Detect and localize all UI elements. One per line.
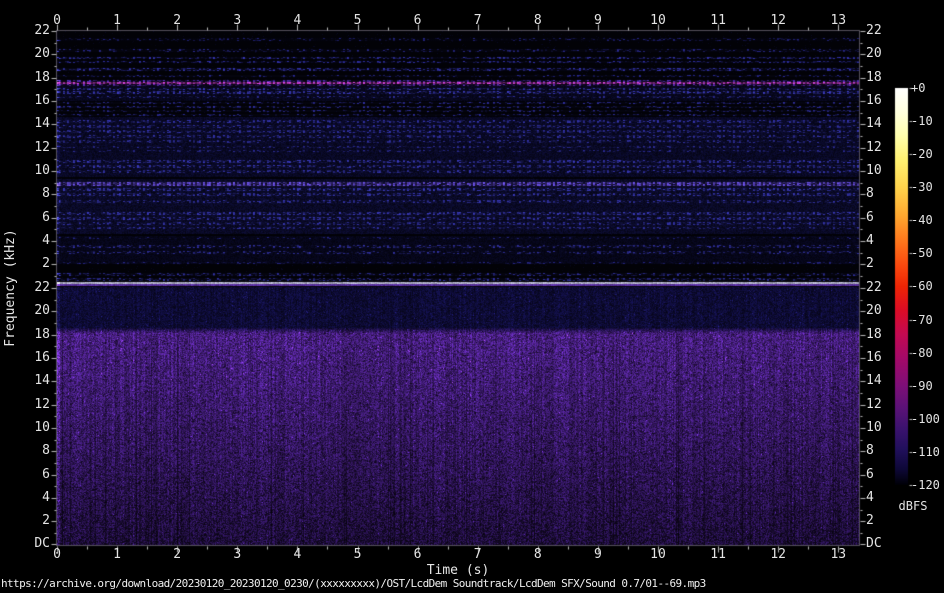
freq-tick-label-right: 16 [866, 94, 900, 108]
time-tick-label-top: 1 [102, 14, 132, 28]
freq-tick-label-right: 6 [866, 468, 900, 482]
file-url-text: https://archive.org/download/20230120_20… [1, 577, 706, 590]
freq-tick-label-left: 16 [16, 351, 50, 365]
freq-tick-label-right: 8 [866, 444, 900, 458]
freq-tick-label-right: 20 [866, 47, 900, 61]
freq-tick-label-left: 6 [16, 468, 50, 482]
status-bar: https://archive.org/download/20230120_20… [1, 577, 943, 592]
time-tick-label-top: 2 [162, 14, 192, 28]
freq-tick-label-right: 20 [866, 304, 900, 318]
time-tick-label-top: 13 [823, 14, 853, 28]
freq-tick-label-left: 18 [16, 71, 50, 85]
freq-tick-label-right: 18 [866, 71, 900, 85]
freq-tick-label-right: 12 [866, 398, 900, 412]
colorbar-tick-label: -110 [911, 445, 944, 459]
freq-tick-label-left: 10 [16, 164, 50, 178]
freq-tick-label-left: 22 [16, 24, 50, 38]
freq-tick-label-left: 10 [16, 421, 50, 435]
freq-tick-label-right: 8 [866, 187, 900, 201]
time-tick-label-top: 5 [343, 14, 373, 28]
freq-tick-label-left: 20 [16, 47, 50, 61]
freq-tick-label-right: 2 [866, 257, 900, 271]
freq-tick-label-left: 4 [16, 234, 50, 248]
freq-tick-label-right: 22 [866, 281, 900, 295]
frequency-axis-title: Frequency (kHz) [4, 229, 18, 346]
colorbar-tick-label: -40 [911, 213, 944, 227]
freq-tick-label-left: 8 [16, 187, 50, 201]
time-tick-label-bottom: 1 [102, 548, 132, 562]
colorbar-tick-label: -120 [911, 478, 944, 492]
colorbar-tick-label: -80 [911, 346, 944, 360]
freq-tick-label-left: 22 [16, 281, 50, 295]
freq-tick-label-right: 6 [866, 211, 900, 225]
freq-tick-label-right: 18 [866, 328, 900, 342]
freq-dc-label-right: DC [866, 537, 900, 551]
time-tick-label-bottom: 3 [222, 548, 252, 562]
colorbar-tick-label: -10 [911, 114, 944, 128]
time-tick-label-top: 7 [463, 14, 493, 28]
spectrogram-window: 012345678910111213 012345678910111213 22… [0, 0, 944, 593]
freq-tick-label-left: 6 [16, 211, 50, 225]
freq-tick-label-right: 12 [866, 141, 900, 155]
colorbar-tick-label: -50 [911, 246, 944, 260]
freq-tick-label-right: 2 [866, 514, 900, 528]
time-axis-title: Time (s) [427, 564, 490, 578]
freq-tick-label-right: 10 [866, 164, 900, 178]
freq-tick-label-left: 16 [16, 94, 50, 108]
freq-tick-label-left: 14 [16, 374, 50, 388]
time-tick-label-top: 3 [222, 14, 252, 28]
time-tick-label-bottom: 2 [162, 548, 192, 562]
time-tick-label-top: 4 [282, 14, 312, 28]
freq-tick-label-left: 20 [16, 304, 50, 318]
colorbar-tick-label: -30 [911, 180, 944, 194]
time-tick-label-bottom: 8 [523, 548, 553, 562]
freq-tick-label-left: 2 [16, 514, 50, 528]
freq-tick-label-right: 4 [866, 491, 900, 505]
time-tick-label-top: 12 [763, 14, 793, 28]
freq-tick-label-left: 12 [16, 141, 50, 155]
freq-tick-label-left: 2 [16, 257, 50, 271]
time-tick-label-top: 9 [583, 14, 613, 28]
time-tick-label-top: 11 [703, 14, 733, 28]
freq-tick-label-left: 8 [16, 444, 50, 458]
colorbar-tick-label: -90 [911, 379, 944, 393]
time-tick-label-top: 6 [403, 14, 433, 28]
time-tick-label-top: 8 [523, 14, 553, 28]
time-tick-label-bottom: 5 [343, 548, 373, 562]
time-tick-label-bottom: 12 [763, 548, 793, 562]
colorbar-tick-label: -20 [911, 147, 944, 161]
colorbar-tick-label: +0 [911, 81, 944, 95]
time-tick-label-bottom: 11 [703, 548, 733, 562]
time-tick-label-bottom: 7 [463, 548, 493, 562]
freq-tick-label-left: 12 [16, 398, 50, 412]
freq-tick-label-right: 10 [866, 421, 900, 435]
time-tick-label-bottom: 10 [643, 548, 673, 562]
colorbar-tick-label: -70 [911, 313, 944, 327]
spectrogram-canvas [0, 0, 944, 593]
freq-tick-label-right: 22 [866, 24, 900, 38]
time-tick-label-bottom: 9 [583, 548, 613, 562]
colorbar-unit-label: dBFS [899, 499, 928, 513]
colorbar-tick-label: -60 [911, 279, 944, 293]
freq-tick-label-left: 18 [16, 328, 50, 342]
freq-tick-label-left: 4 [16, 491, 50, 505]
freq-dc-label-left: DC [16, 537, 50, 551]
freq-tick-label-right: 14 [866, 117, 900, 131]
time-tick-label-bottom: 6 [403, 548, 433, 562]
time-tick-label-bottom: 4 [282, 548, 312, 562]
freq-tick-label-right: 4 [866, 234, 900, 248]
colorbar-tick-label: -100 [911, 412, 944, 426]
freq-tick-label-right: 14 [866, 374, 900, 388]
time-tick-label-bottom: 13 [823, 548, 853, 562]
time-tick-label-top: 10 [643, 14, 673, 28]
freq-tick-label-left: 14 [16, 117, 50, 131]
freq-tick-label-right: 16 [866, 351, 900, 365]
